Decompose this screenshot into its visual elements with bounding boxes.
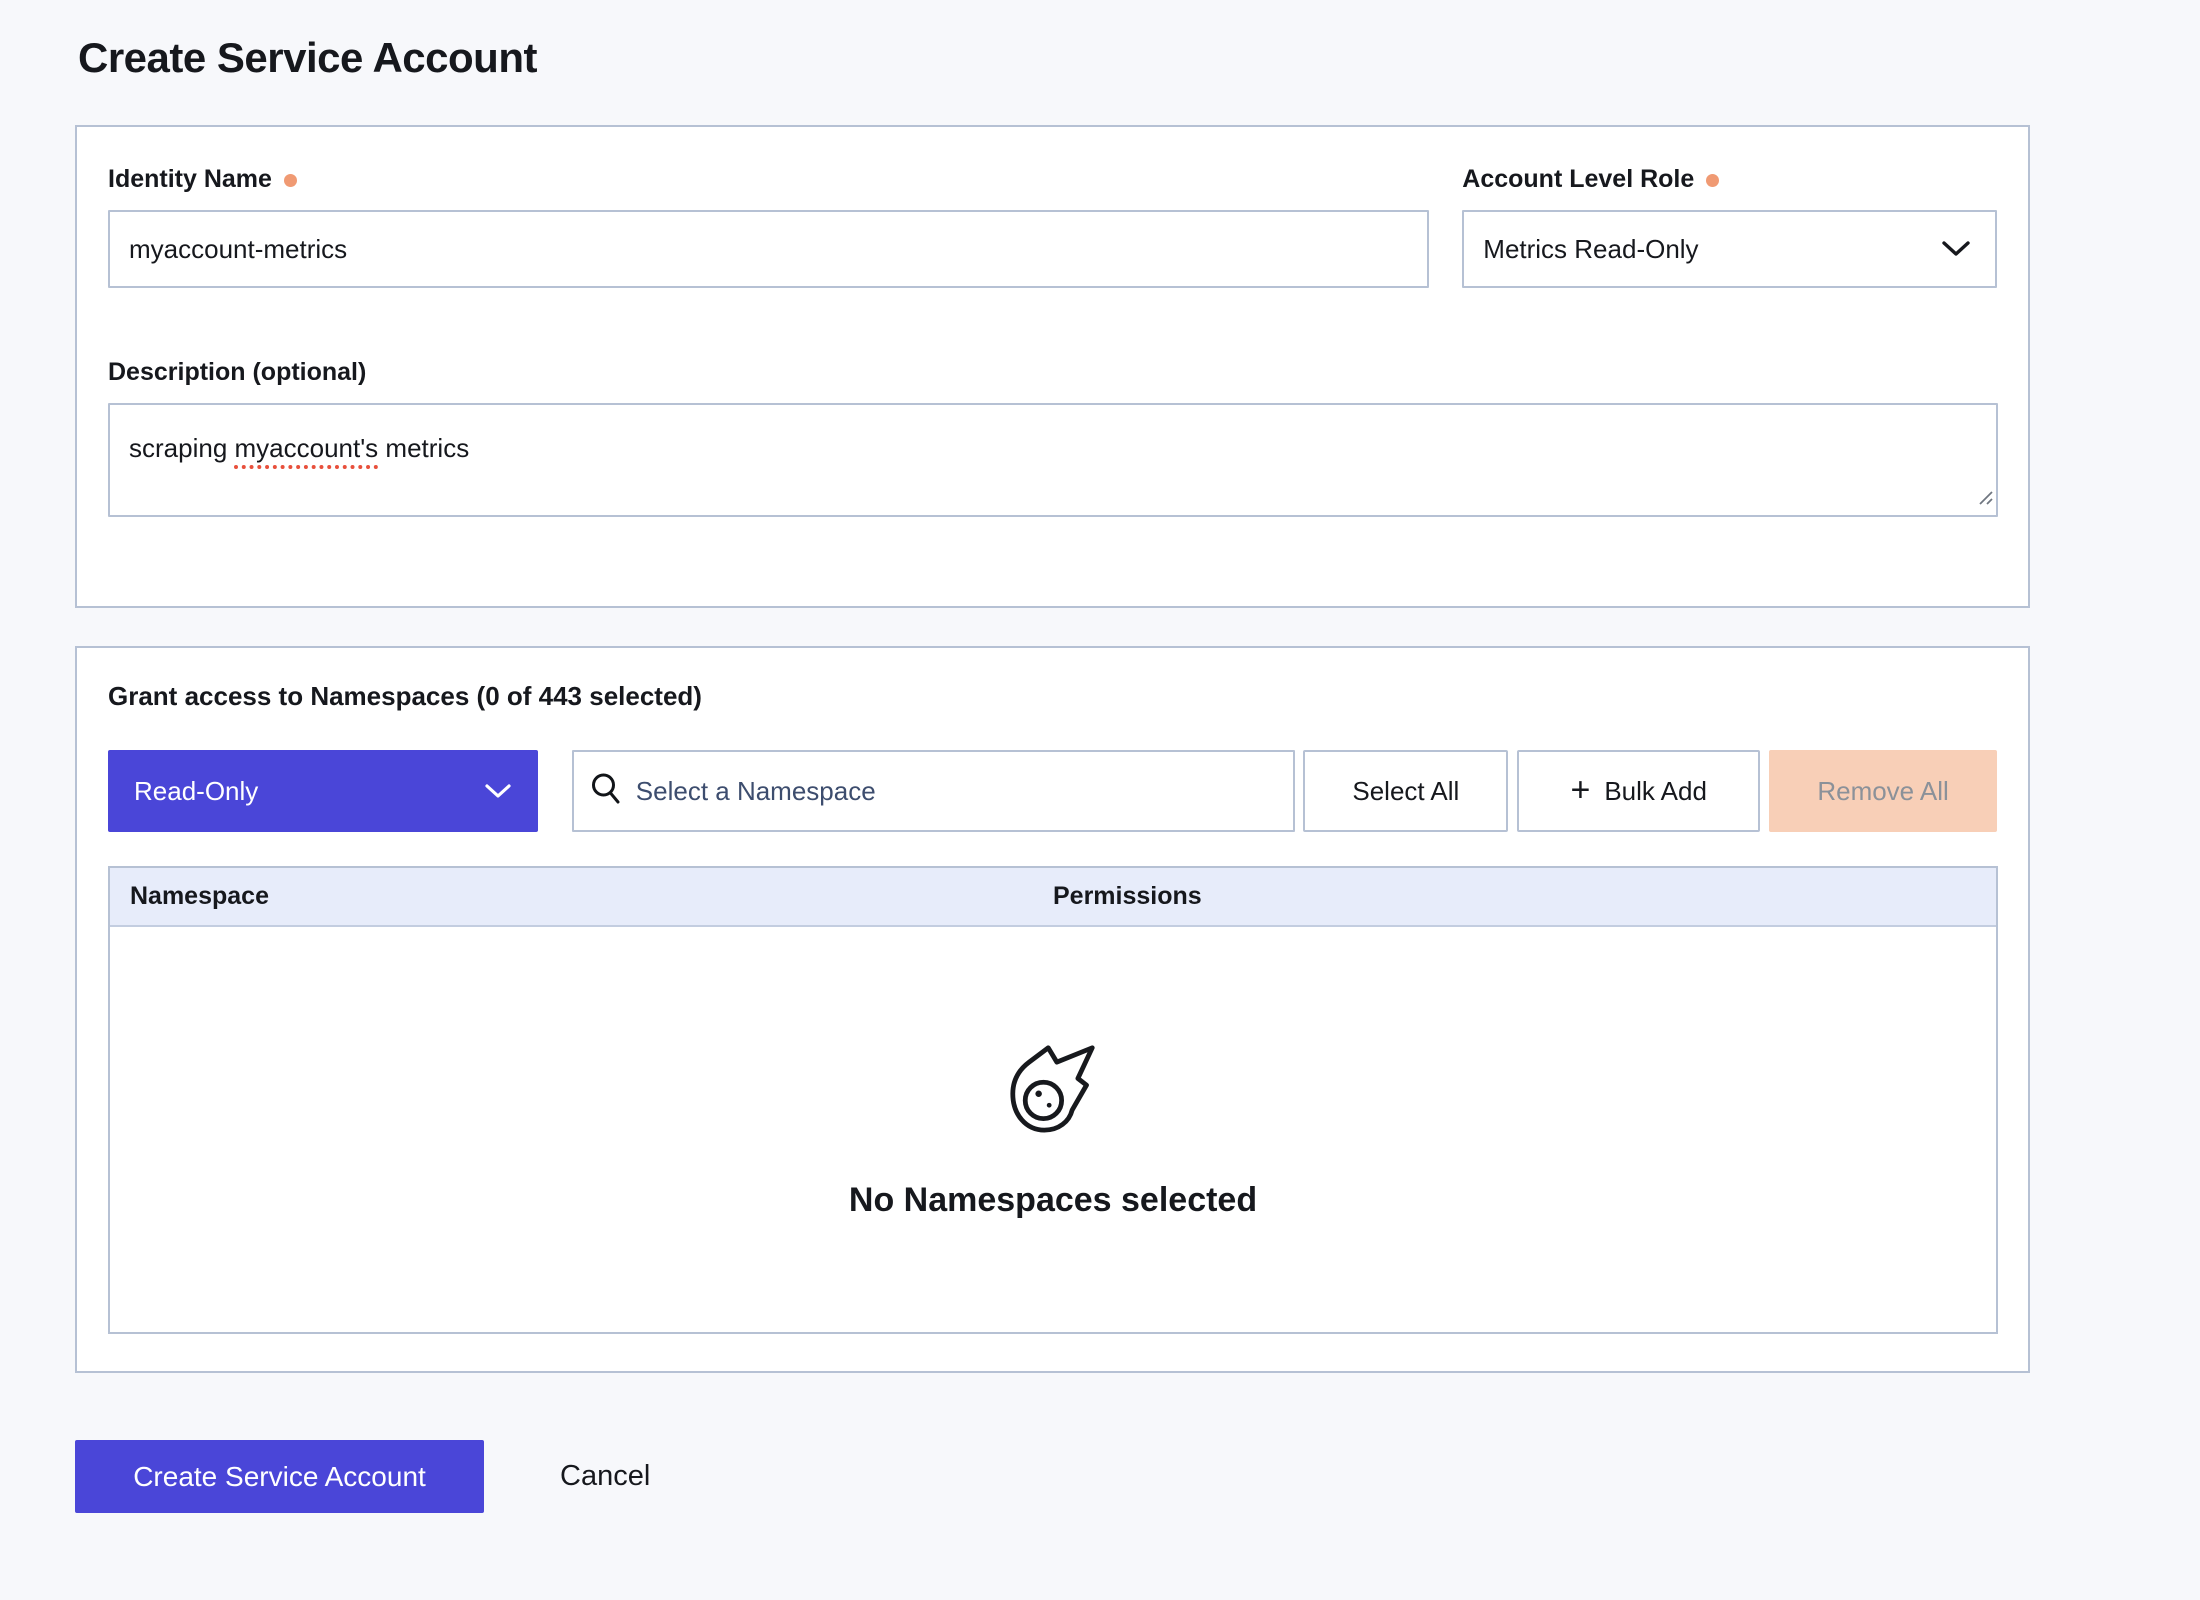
cancel-button[interactable]: Cancel	[550, 1440, 660, 1513]
search-icon	[590, 772, 622, 811]
description-label-text: Description (optional)	[108, 358, 366, 387]
namespace-search-input[interactable]	[636, 752, 1278, 830]
account-level-role-label-text: Account Level Role	[1462, 165, 1694, 194]
description-label: Description (optional)	[108, 358, 1997, 387]
bulk-add-button[interactable]: + Bulk Add	[1517, 750, 1760, 832]
identity-name-label-text: Identity Name	[108, 165, 272, 194]
namespaces-table-body: No Namespaces selected	[110, 927, 1996, 1332]
bulk-add-label: Bulk Add	[1604, 776, 1707, 807]
account-level-role-label: Account Level Role	[1462, 165, 1997, 194]
empty-state-message: No Namespaces selected	[849, 1181, 1257, 1220]
chevron-down-icon	[484, 783, 512, 800]
description-text: scraping	[129, 433, 235, 463]
select-all-button[interactable]: Select All	[1303, 750, 1508, 832]
description-text-misspelled: myaccount's	[235, 433, 379, 463]
chevron-down-icon	[1941, 240, 1971, 258]
namespaces-card: Grant access to Namespaces (0 of 443 sel…	[75, 646, 2030, 1373]
role-dropdown-value: Read-Only	[134, 776, 258, 807]
account-level-role-select[interactable]: Metrics Read-Only	[1462, 210, 1997, 288]
identity-name-label: Identity Name	[108, 165, 1429, 194]
page-title: Create Service Account	[78, 34, 537, 82]
column-header-permissions: Permissions	[1053, 882, 1996, 911]
description-textarea[interactable]: scraping myaccount's metrics	[108, 403, 1998, 517]
required-dot-icon	[1706, 174, 1719, 187]
comet-icon	[1008, 1040, 1098, 1141]
required-dot-icon	[284, 174, 297, 187]
namespace-search	[572, 750, 1296, 832]
namespaces-table: Namespace Permissions No Namespaces sele…	[108, 866, 1998, 1334]
namespaces-heading: Grant access to Namespaces (0 of 443 sel…	[108, 681, 1997, 712]
identity-name-input[interactable]	[108, 210, 1429, 288]
textarea-resize-handle-icon[interactable]	[1976, 481, 1993, 512]
footer-actions: Create Service Account Cancel	[75, 1440, 660, 1513]
role-dropdown-button[interactable]: Read-Only	[108, 750, 538, 832]
column-header-namespace: Namespace	[110, 882, 1053, 911]
description-text: metrics	[378, 433, 469, 463]
identity-form-card: Identity Name Account Level Role Metrics…	[75, 125, 2030, 608]
account-level-role-value: Metrics Read-Only	[1483, 234, 1698, 265]
empty-state: No Namespaces selected	[849, 1040, 1257, 1220]
namespaces-table-header: Namespace Permissions	[110, 868, 1996, 927]
create-service-account-button[interactable]: Create Service Account	[75, 1440, 484, 1513]
remove-all-button[interactable]: Remove All	[1769, 750, 1997, 832]
